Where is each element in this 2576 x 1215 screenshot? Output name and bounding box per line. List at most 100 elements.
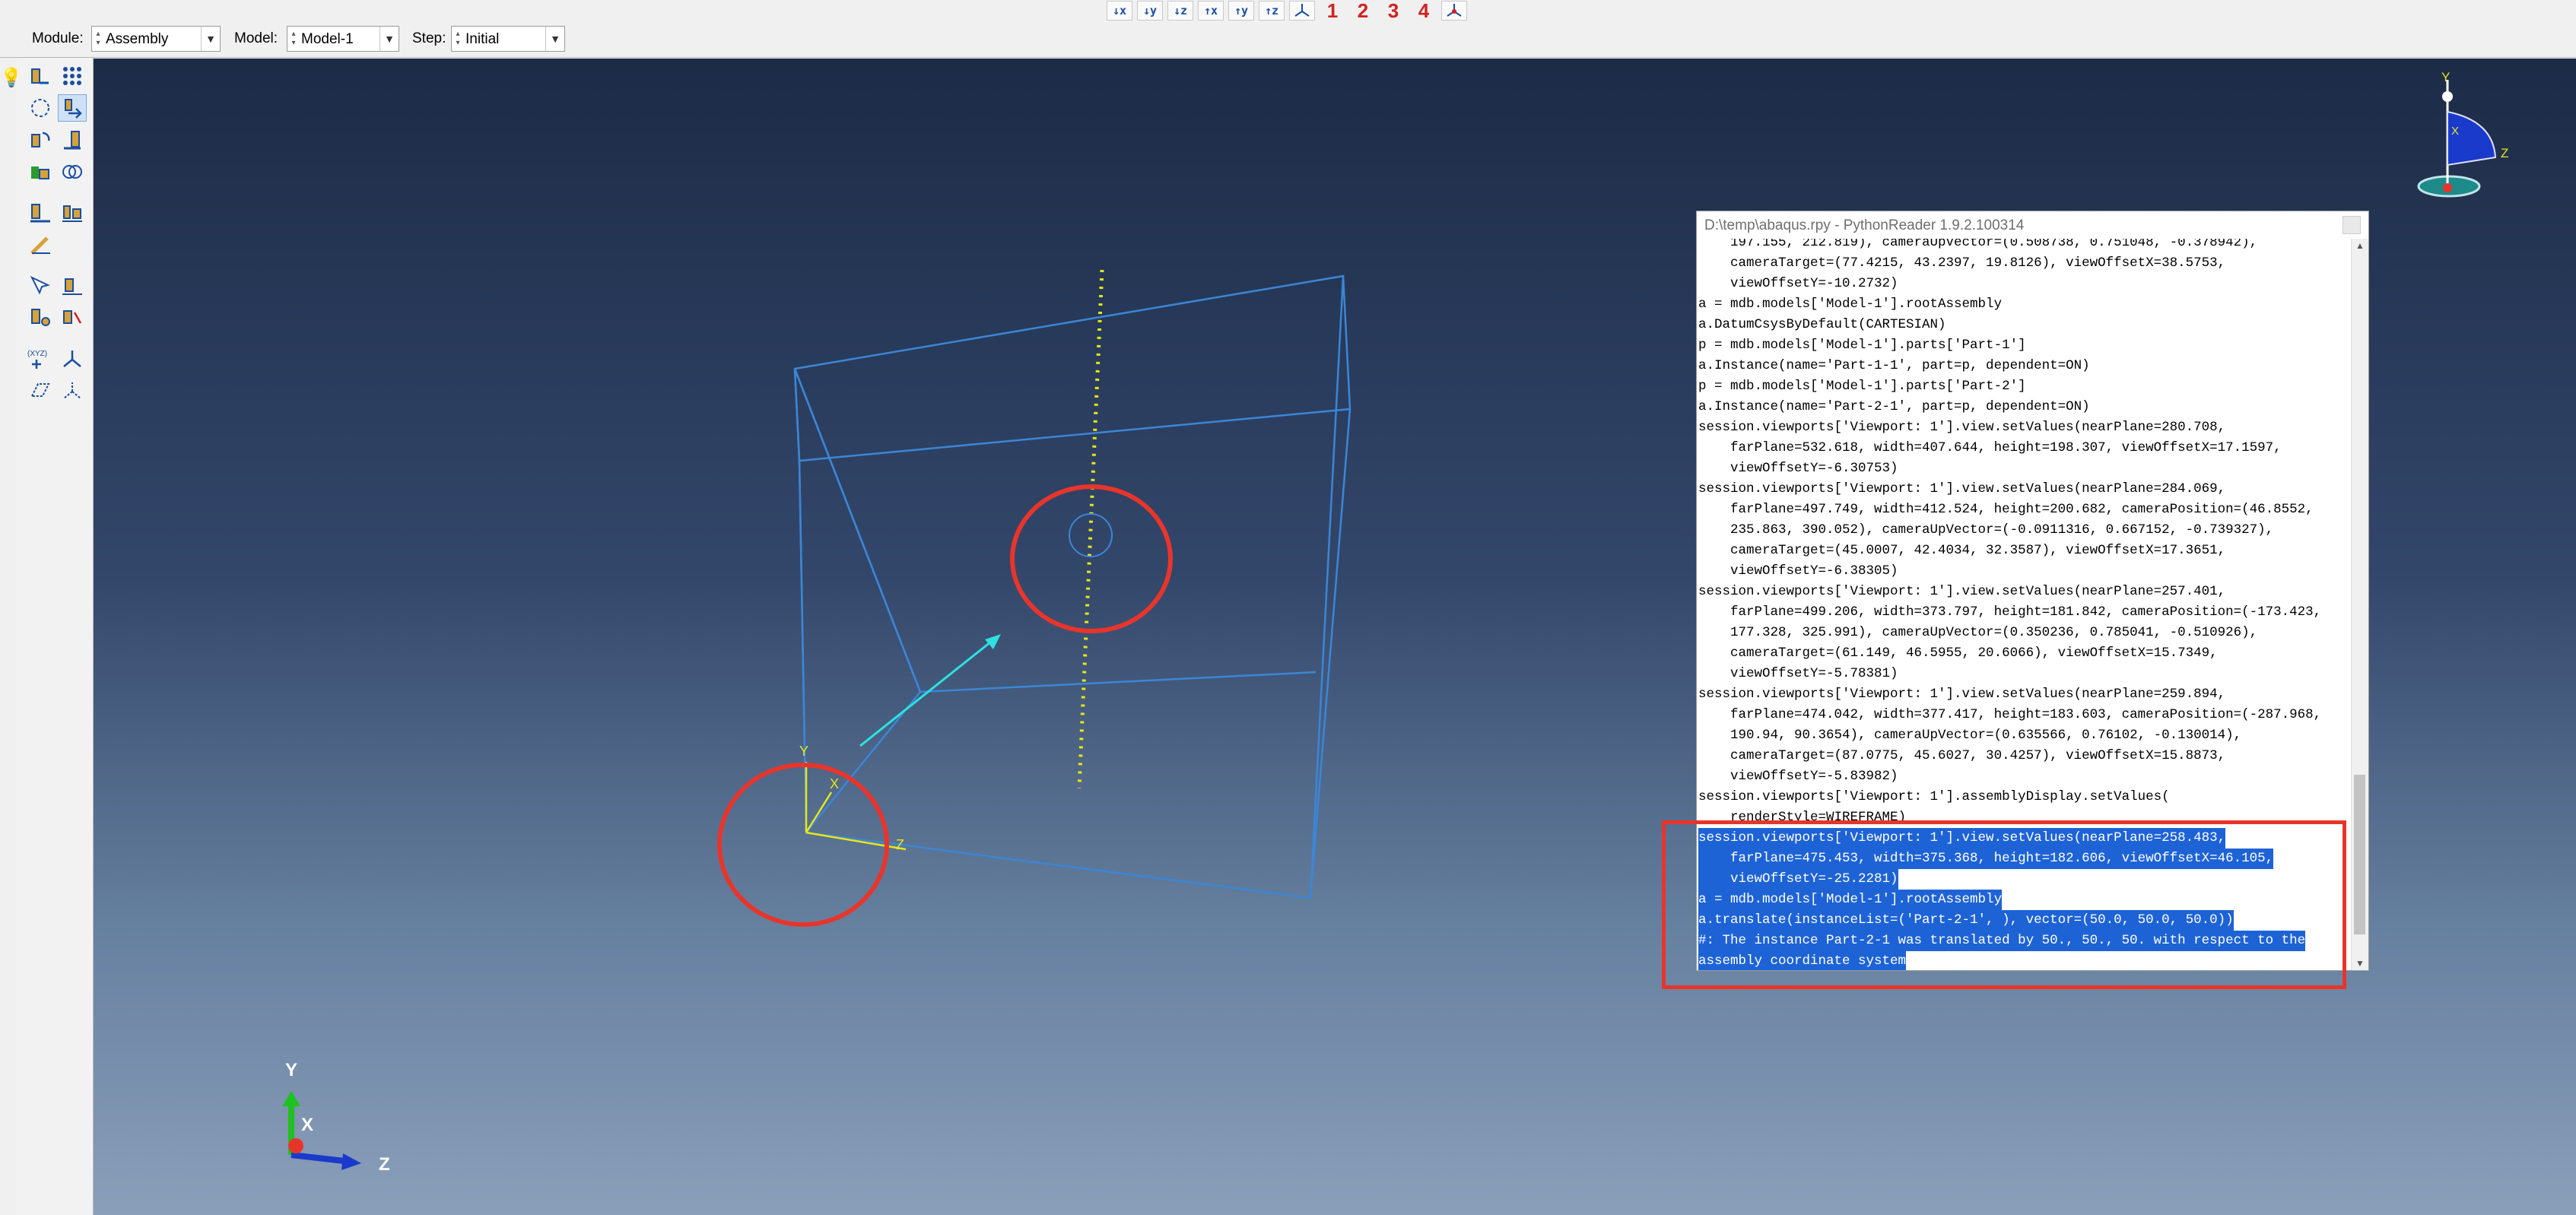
code-line[interactable]: 177.328, 325.991), cameraUpVector=(0.350… [1698, 623, 2257, 643]
constraint-contact-icon[interactable] [26, 304, 55, 332]
translate-to-icon[interactable] [58, 126, 87, 154]
constraint-edge-icon[interactable] [26, 231, 55, 259]
left-gutter: 💡 [0, 58, 23, 1215]
code-line[interactable]: cameraTarget=(61.149, 46.5955, 20.6066),… [1698, 643, 2218, 664]
step-value: Initial [465, 31, 500, 47]
code-line[interactable]: a = mdb.models['Model-1'].rootAssembly [1698, 294, 2002, 315]
instance-part-icon[interactable] [26, 62, 55, 90]
scroll-thumb[interactable] [2354, 775, 2365, 934]
view-button-6[interactable]: ↑z [1259, 1, 1285, 21]
code-line[interactable]: farPlane=532.618, width=407.644, height=… [1698, 438, 2282, 458]
code-line[interactable]: farPlane=474.042, width=377.417, height=… [1698, 705, 2321, 725]
model-label: Model: [234, 30, 278, 46]
code-line[interactable]: cameraTarget=(87.0775, 45.6027, 30.4257)… [1698, 746, 2225, 766]
view-toolbar: ↓x ↓y ↓z ↑x ↑y ↑z 1 2 3 4 [0, 0, 2576, 22]
chevron-down-icon[interactable]: ▼ [380, 27, 399, 51]
code-line[interactable]: a.Instance(name='Part-2-1', part=p, depe… [1698, 397, 2090, 417]
code-line[interactable]: farPlane=499.206, width=373.797, height=… [1698, 602, 2321, 623]
csys-z-label: Z [896, 837, 904, 852]
module-label: Module: [32, 30, 84, 46]
annotation-circle-hole [1010, 484, 1173, 633]
code-line[interactable]: session.viewports['Viewport: 1'].view.se… [1698, 582, 2225, 602]
python-reader-scrollbar[interactable]: ▲ ▼ [2351, 239, 2368, 970]
code-line[interactable]: viewOffsetY=-10.2732) [1698, 274, 1898, 294]
code-line[interactable]: a.Instance(name='Part-1-1', part=p, depe… [1698, 356, 2090, 376]
code-line[interactable]: 190.94, 90.3654), cameraUpVector=(0.6355… [1698, 725, 2241, 746]
rotate-instance-icon[interactable] [26, 126, 55, 154]
module-select[interactable]: ▴ ▾ Assembly ▼ [91, 26, 221, 52]
part-2-hole[interactable] [1069, 513, 1113, 557]
view-button-5[interactable]: ↑y [1228, 1, 1254, 21]
assembly-csys [805, 762, 907, 851]
code-line[interactable]: p = mdb.models['Model-1'].parts['Part-2'… [1698, 376, 2026, 397]
code-line[interactable]: session.viewports['Viewport: 1'].view.se… [1698, 417, 2225, 438]
code-line[interactable]: viewOffsetY=-5.83982) [1698, 766, 1898, 787]
view-triad [282, 1091, 361, 1170]
view-preset-2[interactable]: 2 [1350, 0, 1376, 22]
view-preset-1[interactable]: 1 [1320, 0, 1345, 22]
constraint-parallel-face-icon[interactable] [26, 199, 55, 227]
triad-x-label: X [301, 1115, 313, 1135]
python-reader-titlebar[interactable]: D:\temp\abaqus.rpy - PythonReader 1.9.2.… [1697, 211, 2368, 239]
step-select[interactable]: ▴ ▾ Initial ▼ [451, 26, 565, 52]
chevron-down-icon[interactable]: ▼ [201, 27, 220, 51]
close-icon[interactable] [2343, 216, 2361, 234]
step-label: Step: [412, 30, 446, 46]
view-button-2[interactable]: ↓y [1137, 1, 1163, 21]
boolean-icon[interactable] [58, 158, 87, 186]
view-button-4[interactable]: ↑x [1198, 1, 1224, 21]
annotation-highlight-box [1662, 820, 2346, 989]
spin-icon: ▴ ▾ [96, 30, 100, 47]
custom-view-icon[interactable] [1441, 1, 1467, 21]
compass-z-label: Z [2501, 146, 2508, 160]
scroll-up-icon[interactable]: ▲ [2355, 240, 2365, 251]
view-button-3[interactable]: ↓z [1167, 1, 1193, 21]
code-line[interactable]: session.viewports['Viewport: 1'].view.se… [1698, 684, 2225, 705]
view-preset-3[interactable]: 3 [1380, 0, 1406, 22]
view-button-1[interactable]: ↓x [1107, 1, 1132, 21]
csys-y-label: Y [799, 744, 808, 759]
code-line[interactable]: cameraTarget=(45.0007, 42.4034, 32.3587)… [1698, 541, 2225, 561]
constraint-face-to-face-icon[interactable] [58, 199, 87, 227]
code-line[interactable]: 197.155, 212.819), cameraUpVector=(0.508… [1698, 239, 2257, 253]
compass-x-label: X [2451, 125, 2459, 138]
translation-vector-arrow [859, 634, 1001, 747]
module-value: Assembly [106, 31, 169, 47]
chevron-down-icon[interactable]: ▼ [545, 27, 564, 51]
python-reader-title: D:\temp\abaqus.rpy - PythonReader 1.9.2.… [1704, 217, 2025, 233]
translate-instance-icon[interactable] [58, 94, 87, 122]
iso-view-icon[interactable] [1289, 1, 1315, 21]
datum-csys-icon[interactable] [58, 345, 87, 373]
model-select[interactable]: ▴ ▾ Model-1 ▼ [287, 26, 399, 52]
code-line[interactable]: farPlane=497.749, width=412.524, height=… [1698, 500, 2314, 520]
context-bar: Module: ▴ ▾ Assembly ▼ Model: ▴ ▾ Model-1 … [0, 21, 2576, 58]
view-compass[interactable] [2417, 80, 2497, 198]
code-line[interactable]: viewOffsetY=-6.38305) [1698, 561, 1898, 582]
scroll-down-icon[interactable]: ▼ [2355, 958, 2365, 969]
xyz-label: (XYZ) [27, 350, 47, 358]
code-line[interactable]: session.viewports['Viewport: 1'].view.se… [1698, 479, 2225, 500]
code-line[interactable]: viewOffsetY=-6.30753) [1698, 458, 1898, 479]
datum-point-icon[interactable]: (XYZ) [26, 345, 55, 373]
datum-plane-icon[interactable] [26, 377, 55, 404]
constraint-coaxial-icon[interactable] [58, 272, 87, 300]
part-2-axis[interactable] [1077, 269, 1104, 789]
view-preset-4[interactable]: 4 [1411, 0, 1437, 22]
code-line[interactable]: a.DatumCsysByDefault(CARTESIAN) [1698, 315, 1946, 335]
constraint-orient-icon[interactable] [58, 304, 87, 332]
model-value: Model-1 [301, 31, 354, 47]
triad-y-label: Y [285, 1060, 297, 1080]
code-line[interactable]: viewOffsetY=-5.78381) [1698, 664, 1898, 684]
csys-x-label: X [830, 776, 839, 791]
datum-axis-icon[interactable] [58, 377, 87, 404]
code-line[interactable]: p = mdb.models['Model-1'].parts['Part-1'… [1698, 335, 2026, 356]
linear-pattern-icon[interactable] [58, 62, 87, 90]
code-line[interactable]: 235.863, 390.052), cameraUpVector=(-0.09… [1698, 520, 2273, 541]
annotation-circle-origin [717, 763, 889, 927]
merge-cut-icon[interactable] [26, 158, 55, 186]
code-line[interactable]: cameraTarget=(77.4215, 43.2397, 19.8126)… [1698, 253, 2225, 274]
select-coincident-icon[interactable] [26, 272, 55, 300]
spin-icon: ▴ ▾ [456, 30, 460, 47]
radial-pattern-icon[interactable] [26, 94, 55, 122]
code-line[interactable]: session.viewports['Viewport: 1'].assembl… [1698, 787, 2170, 807]
